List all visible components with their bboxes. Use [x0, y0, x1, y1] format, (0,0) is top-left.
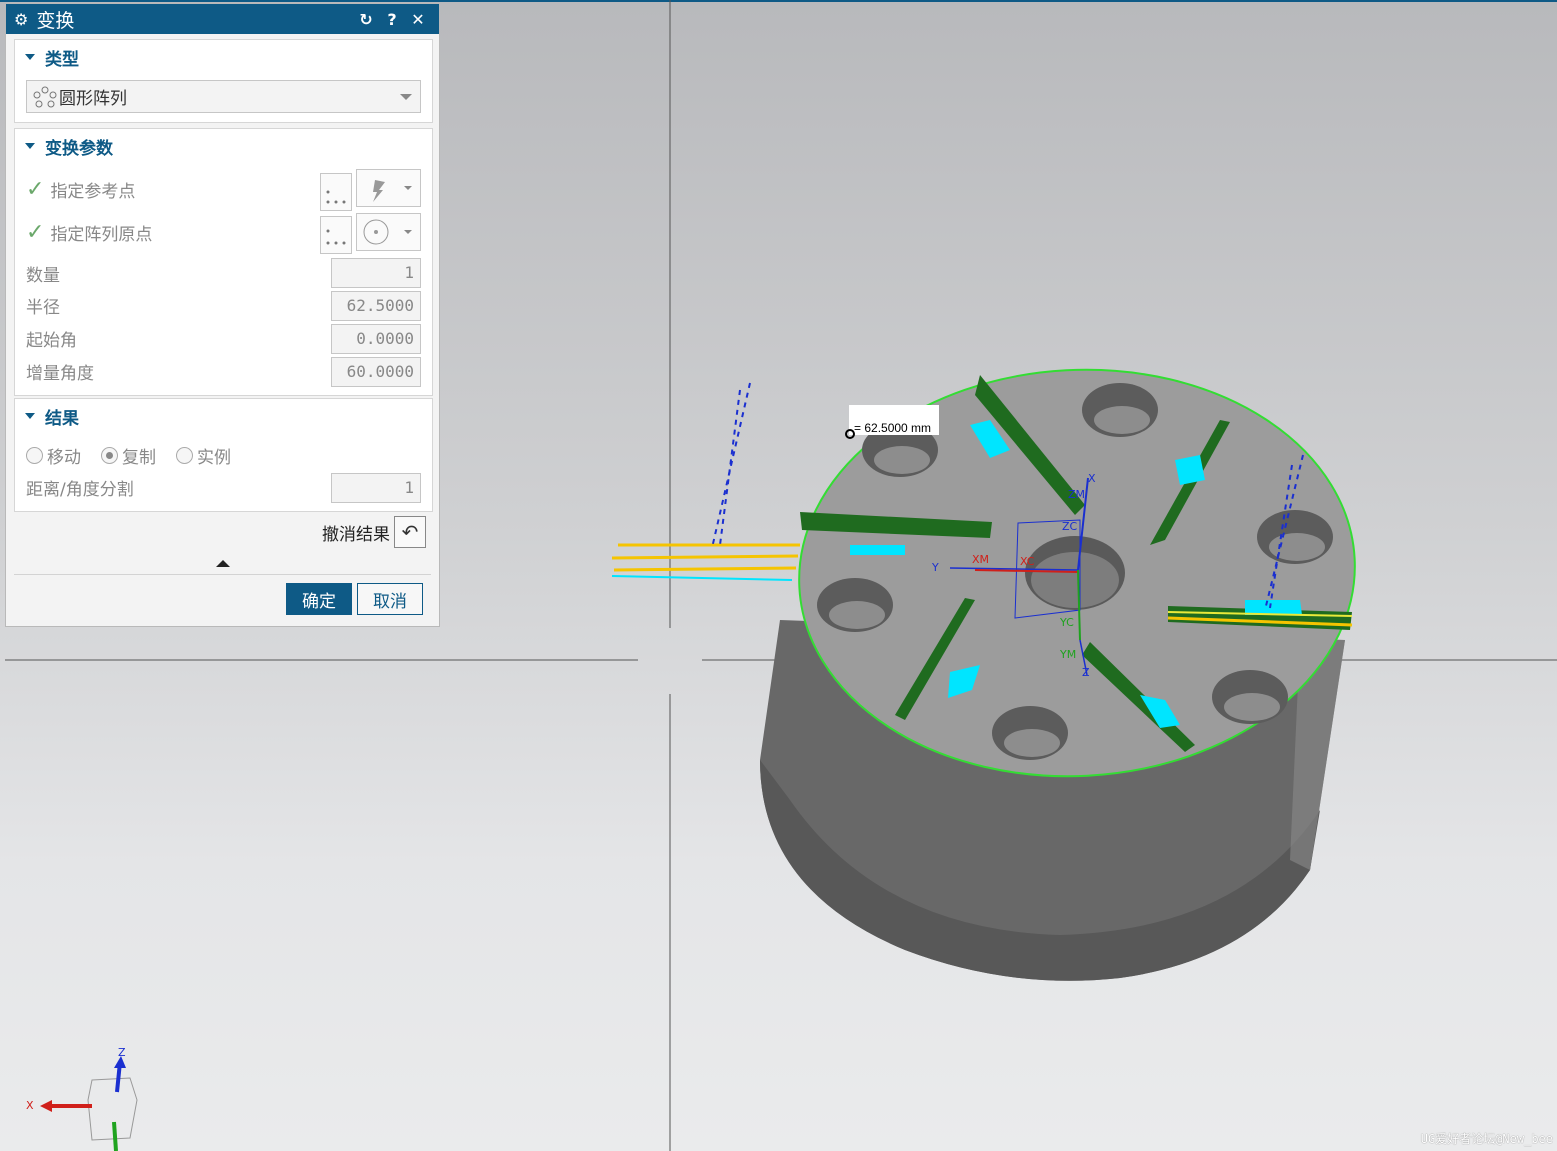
- svg-text:X: X: [26, 1099, 34, 1112]
- result-group-header[interactable]: 结果: [15, 399, 432, 433]
- collapse-triangle-icon: [25, 143, 35, 149]
- radius-dimension-label: = 62.5000 mm: [845, 405, 939, 439]
- svg-text:ZC: ZC: [1062, 520, 1078, 533]
- increment-angle-label: 增量角度: [26, 363, 94, 384]
- distance-angle-divisions-label: 距离/角度分割: [26, 479, 134, 500]
- svg-text:Y: Y: [931, 561, 939, 574]
- circular-array-icon: [33, 86, 57, 107]
- collapse-triangle-icon: [25, 413, 35, 419]
- count-label: 数量: [26, 265, 60, 286]
- inferred-point-icon: [373, 180, 385, 202]
- checkmark-icon: ✓: [26, 219, 45, 245]
- svg-text:Z: Z: [1082, 666, 1090, 679]
- radio-move[interactable]: 移动: [26, 443, 81, 468]
- increment-angle-input[interactable]: 60.0000: [331, 357, 421, 387]
- type-group: 类型 圆形阵列: [14, 39, 433, 123]
- radio-circle: [26, 446, 43, 464]
- cancel-button[interactable]: 取消: [357, 583, 423, 615]
- arc-center-icon: [363, 219, 389, 245]
- close-icon[interactable]: ✕: [405, 10, 431, 29]
- undo-result-button[interactable]: ↶: [394, 516, 426, 548]
- radio-circle: [176, 446, 193, 464]
- svg-text:XC: XC: [1020, 555, 1035, 568]
- svg-text:YC: YC: [1059, 616, 1074, 629]
- divider: [14, 574, 431, 575]
- type-select[interactable]: 圆形阵列: [26, 80, 421, 113]
- radius-input[interactable]: 62.5000: [331, 291, 421, 321]
- count-input[interactable]: 1: [331, 258, 421, 288]
- origin-point-dropdown[interactable]: [356, 213, 421, 251]
- ref-point-row: ✓ 指定参考点: [26, 176, 136, 202]
- params-group: 变换参数 ✓ 指定参考点 ✓ 指定阵列原点 数量 1 半径 62.5000 起始…: [14, 128, 433, 396]
- svg-text:YM: YM: [1059, 648, 1076, 661]
- cylinder-part: [760, 368, 1356, 981]
- svg-text:= 62.5000 mm: = 62.5000 mm: [854, 421, 931, 435]
- point-icon: [326, 190, 346, 204]
- type-select-value: 圆形阵列: [59, 89, 127, 109]
- radio-instance[interactable]: 实例: [176, 443, 231, 468]
- checkmark-icon: ✓: [26, 176, 45, 202]
- dialog-titlebar[interactable]: ⚙ 变换 ↻ ? ✕: [6, 4, 439, 34]
- collapse-more-icon[interactable]: [216, 560, 230, 567]
- inferred-point-dropdown[interactable]: [356, 169, 421, 207]
- view-triad: X Z: [26, 1046, 138, 1151]
- point-dialog-button[interactable]: [320, 173, 352, 211]
- radio-circle-selected: [101, 446, 118, 464]
- result-radio-group: 移动 复制 实例: [26, 439, 251, 471]
- svg-text:XM: XM: [972, 553, 989, 566]
- undo-icon: ↶: [401, 520, 419, 544]
- start-angle-label: 起始角: [26, 330, 77, 351]
- chevron-down-icon: [404, 186, 412, 190]
- start-angle-input[interactable]: 0.0000: [331, 324, 421, 354]
- result-group: 结果 移动 复制 实例 距离/角度分割 1: [14, 398, 433, 512]
- type-group-header[interactable]: 类型: [15, 40, 432, 74]
- svg-text:Z: Z: [118, 1046, 126, 1059]
- collapse-triangle-icon: [25, 54, 35, 60]
- chevron-down-icon: [404, 230, 412, 234]
- point-icon: [326, 229, 346, 245]
- undo-result-label: 撤消结果: [322, 524, 390, 545]
- help-icon[interactable]: ?: [379, 10, 405, 29]
- dialog-title: 变换: [36, 9, 75, 32]
- radio-copy[interactable]: 复制: [101, 443, 156, 468]
- params-group-header[interactable]: 变换参数: [15, 129, 432, 163]
- watermark: UG爱好者论坛@New_bee: [1420, 1132, 1553, 1146]
- origin-point-dialog-button[interactable]: [320, 216, 352, 254]
- distance-angle-divisions-input[interactable]: 1: [331, 473, 421, 503]
- gear-icon: ⚙: [14, 9, 29, 29]
- svg-text:X: X: [1088, 472, 1096, 485]
- transform-dialog: ⚙ 变换 ↻ ? ✕ 类型 圆形阵列 变换参数 ✓ 指定参考点 ✓ 指定阵列原点…: [5, 3, 440, 627]
- chevron-down-icon: [400, 94, 412, 100]
- reset-icon[interactable]: ↻: [353, 10, 379, 29]
- ok-button[interactable]: 确定: [286, 583, 352, 615]
- radius-label: 半径: [26, 297, 60, 318]
- undo-result: 撤消结果 ↶: [322, 516, 426, 548]
- array-origin-row: ✓ 指定阵列原点: [26, 219, 153, 245]
- svg-text:ZM: ZM: [1068, 488, 1085, 501]
